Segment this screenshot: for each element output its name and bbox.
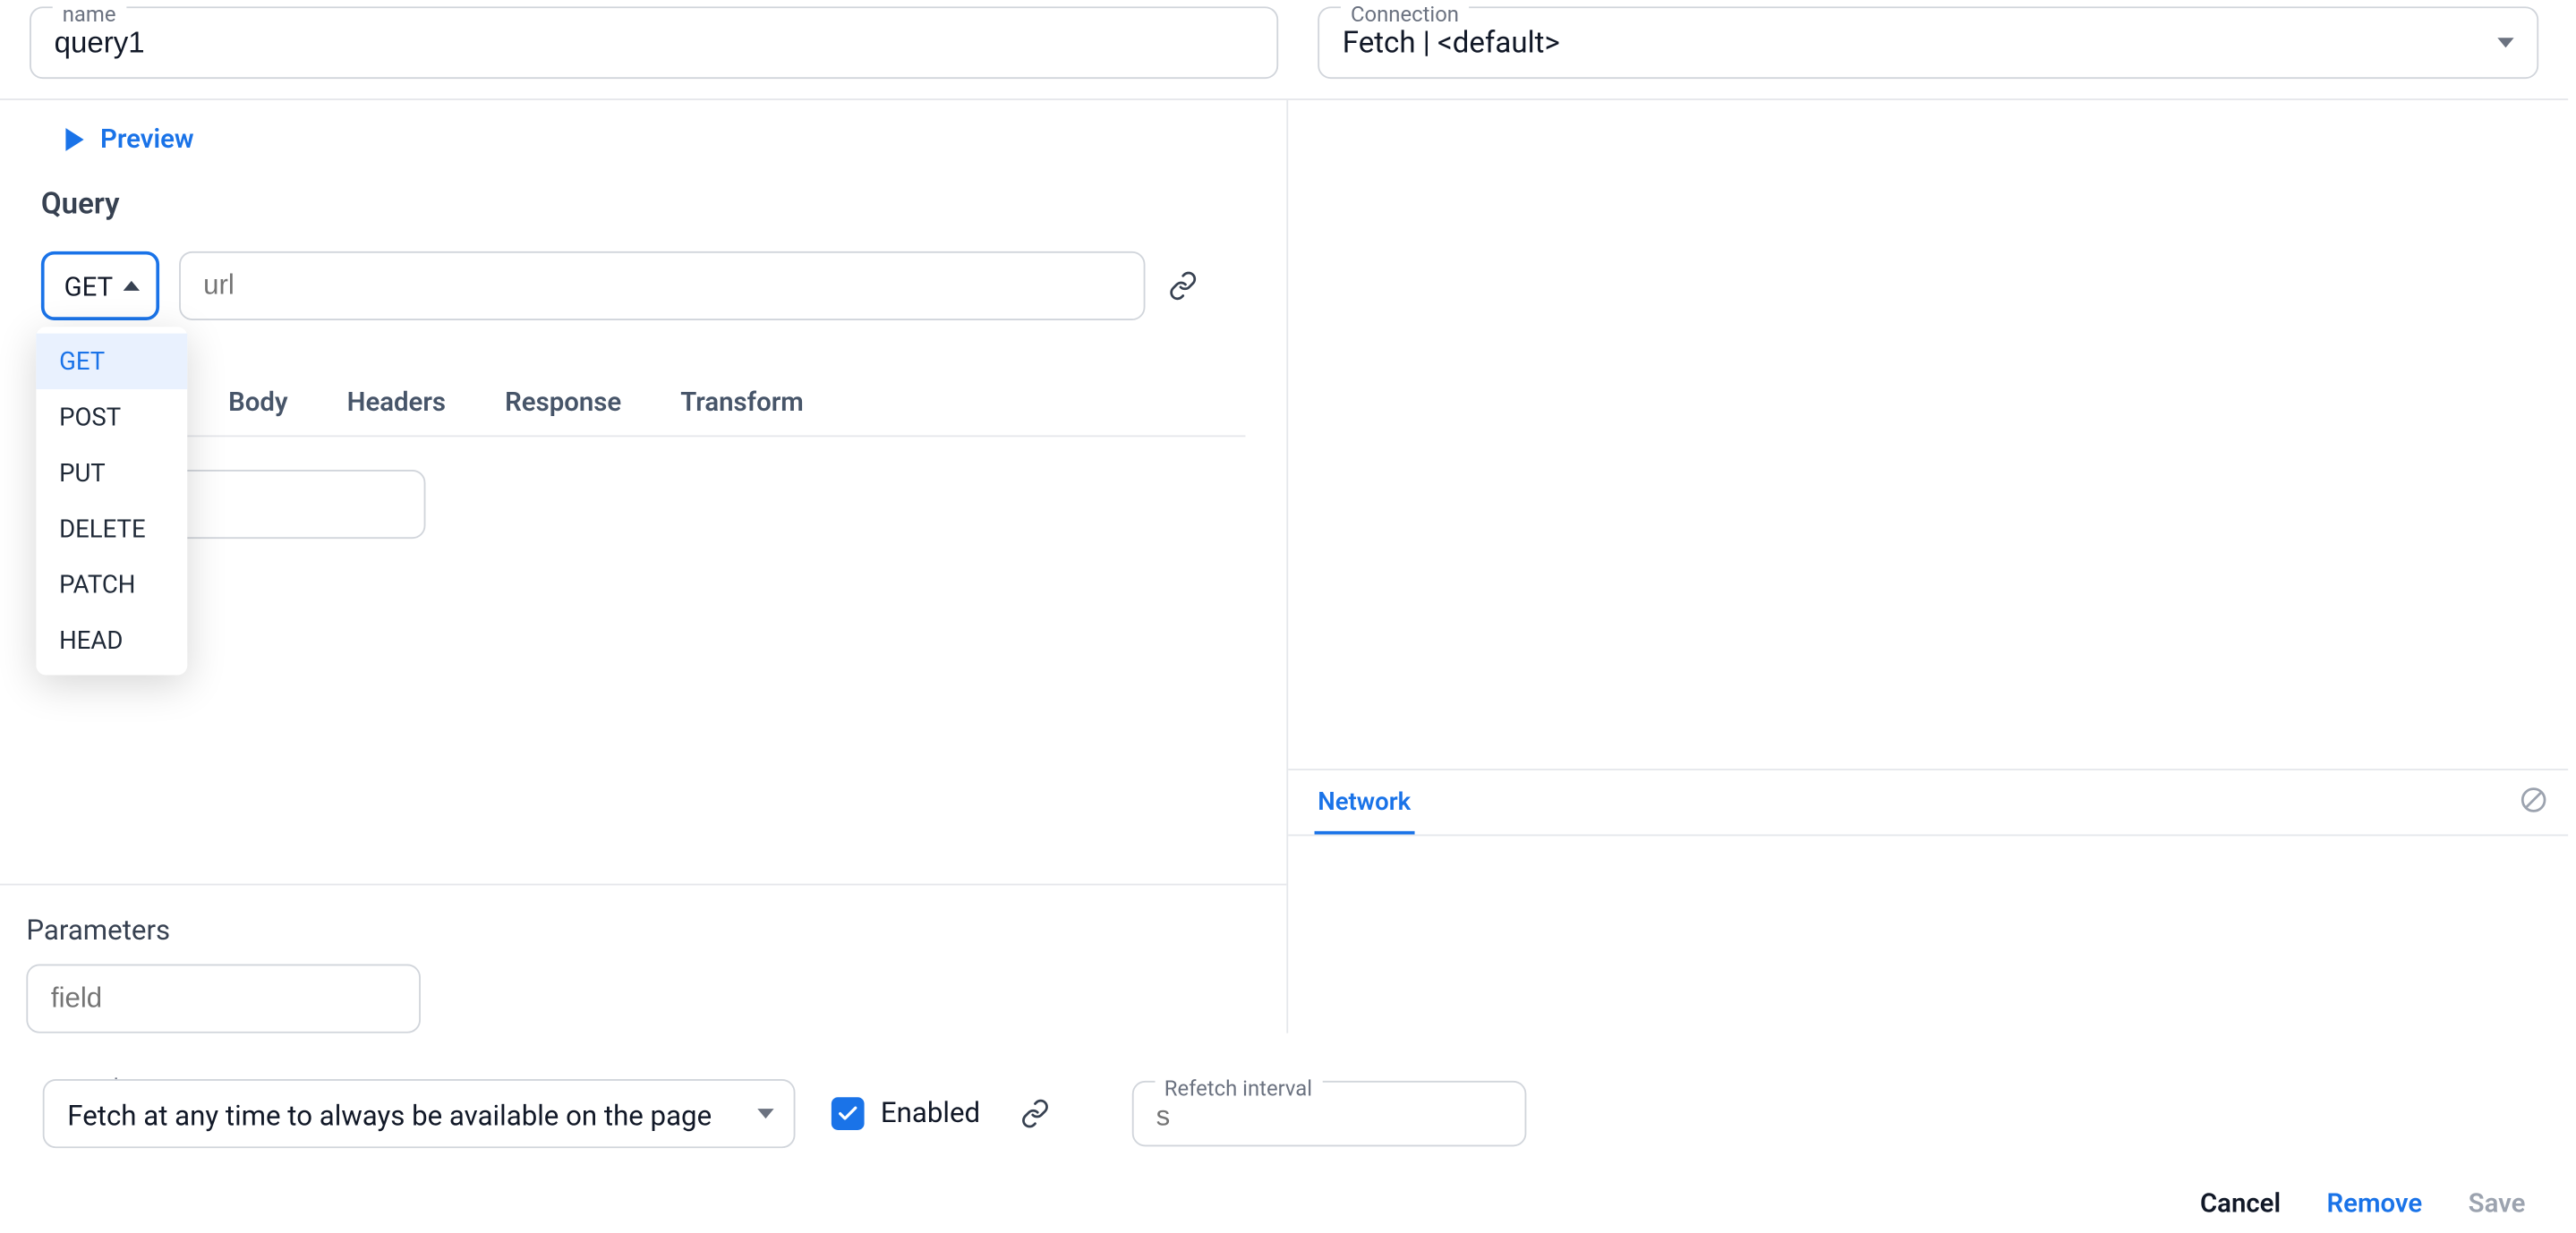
- link-binding-icon[interactable]: [1164, 271, 1200, 301]
- tab-transform[interactable]: Transform: [674, 386, 810, 435]
- preview-output-area: [1288, 100, 2568, 769]
- mode-row: mode Fetch at any time to always be avai…: [43, 1066, 2536, 1161]
- url-input[interactable]: [179, 251, 1145, 320]
- chevron-down-icon: [2497, 38, 2513, 47]
- remove-button[interactable]: Remove: [2327, 1187, 2423, 1219]
- connection-select[interactable]: Fetch | <default>: [1318, 6, 2538, 79]
- header-row: name Connection Fetch | <default>: [0, 0, 2568, 100]
- footer: mode Fetch at any time to always be avai…: [0, 1066, 2568, 1231]
- http-method-menu: GET POST PUT DELETE PATCH HEAD: [36, 327, 187, 675]
- refetch-field-wrap: Refetch interval: [1131, 1081, 1526, 1146]
- network-panel: Network: [1288, 769, 2568, 1033]
- tab-headers[interactable]: Headers: [340, 386, 452, 435]
- left-pane: Preview Query GET GET POS: [0, 100, 1288, 1033]
- enabled-binding-icon[interactable]: [1017, 1099, 1053, 1128]
- parameters-section: Parameters: [0, 884, 1286, 1033]
- clear-icon[interactable]: [2519, 785, 2548, 821]
- enabled-checkbox-row: Enabled: [832, 1097, 980, 1130]
- chevron-up-icon: [123, 281, 139, 291]
- tab-response[interactable]: Response: [499, 386, 628, 435]
- network-body: [1288, 836, 2568, 1033]
- enabled-checkbox[interactable]: [832, 1097, 865, 1130]
- refetch-label: Refetch interval: [1155, 1079, 1322, 1101]
- name-input[interactable]: [30, 6, 1278, 79]
- tab-network[interactable]: Network: [1315, 770, 1414, 835]
- query-tabs: Url Query Body Headers Response Transfor…: [41, 386, 1246, 437]
- name-label: name: [53, 5, 126, 27]
- chevron-down-icon: [757, 1109, 773, 1118]
- name-field-wrap: name: [30, 6, 1278, 79]
- action-row: Cancel Remove Save: [43, 1161, 2536, 1219]
- parameters-heading: Parameters: [0, 905, 1286, 964]
- mode-value: Fetch at any time to always be available…: [67, 1101, 712, 1134]
- method-option-get[interactable]: GET: [36, 334, 187, 389]
- mode-field-wrap: mode Fetch at any time to always be avai…: [43, 1079, 796, 1148]
- query-heading: Query: [0, 161, 1286, 251]
- play-icon: [65, 127, 83, 150]
- method-option-put[interactable]: PUT: [36, 445, 187, 500]
- preview-label: Preview: [100, 123, 194, 155]
- save-button[interactable]: Save: [2469, 1187, 2526, 1219]
- enabled-label: Enabled: [881, 1097, 980, 1130]
- network-tabs-row: Network: [1288, 770, 2568, 836]
- cancel-button[interactable]: Cancel: [2200, 1187, 2281, 1219]
- right-pane: Network: [1288, 100, 2568, 1033]
- tab-body[interactable]: Body: [222, 386, 294, 435]
- query-row: GET GET POST PUT DELETE PATCH: [0, 251, 1286, 320]
- preview-button[interactable]: Preview: [0, 100, 1286, 161]
- parameter-field-input[interactable]: [26, 965, 421, 1033]
- http-method-select[interactable]: GET: [41, 251, 159, 320]
- main-split: Preview Query GET GET POS: [0, 100, 2568, 1033]
- method-option-delete[interactable]: DELETE: [36, 501, 187, 557]
- connection-label: Connection: [1341, 5, 1469, 27]
- method-option-patch[interactable]: PATCH: [36, 557, 187, 612]
- http-method-value: GET: [64, 270, 114, 302]
- mode-select[interactable]: Fetch at any time to always be available…: [43, 1079, 796, 1148]
- method-option-head[interactable]: HEAD: [36, 613, 187, 668]
- connection-value: Fetch | <default>: [1343, 25, 1560, 60]
- method-option-post[interactable]: POST: [36, 389, 187, 445]
- connection-field-wrap: Connection Fetch | <default>: [1318, 6, 2538, 79]
